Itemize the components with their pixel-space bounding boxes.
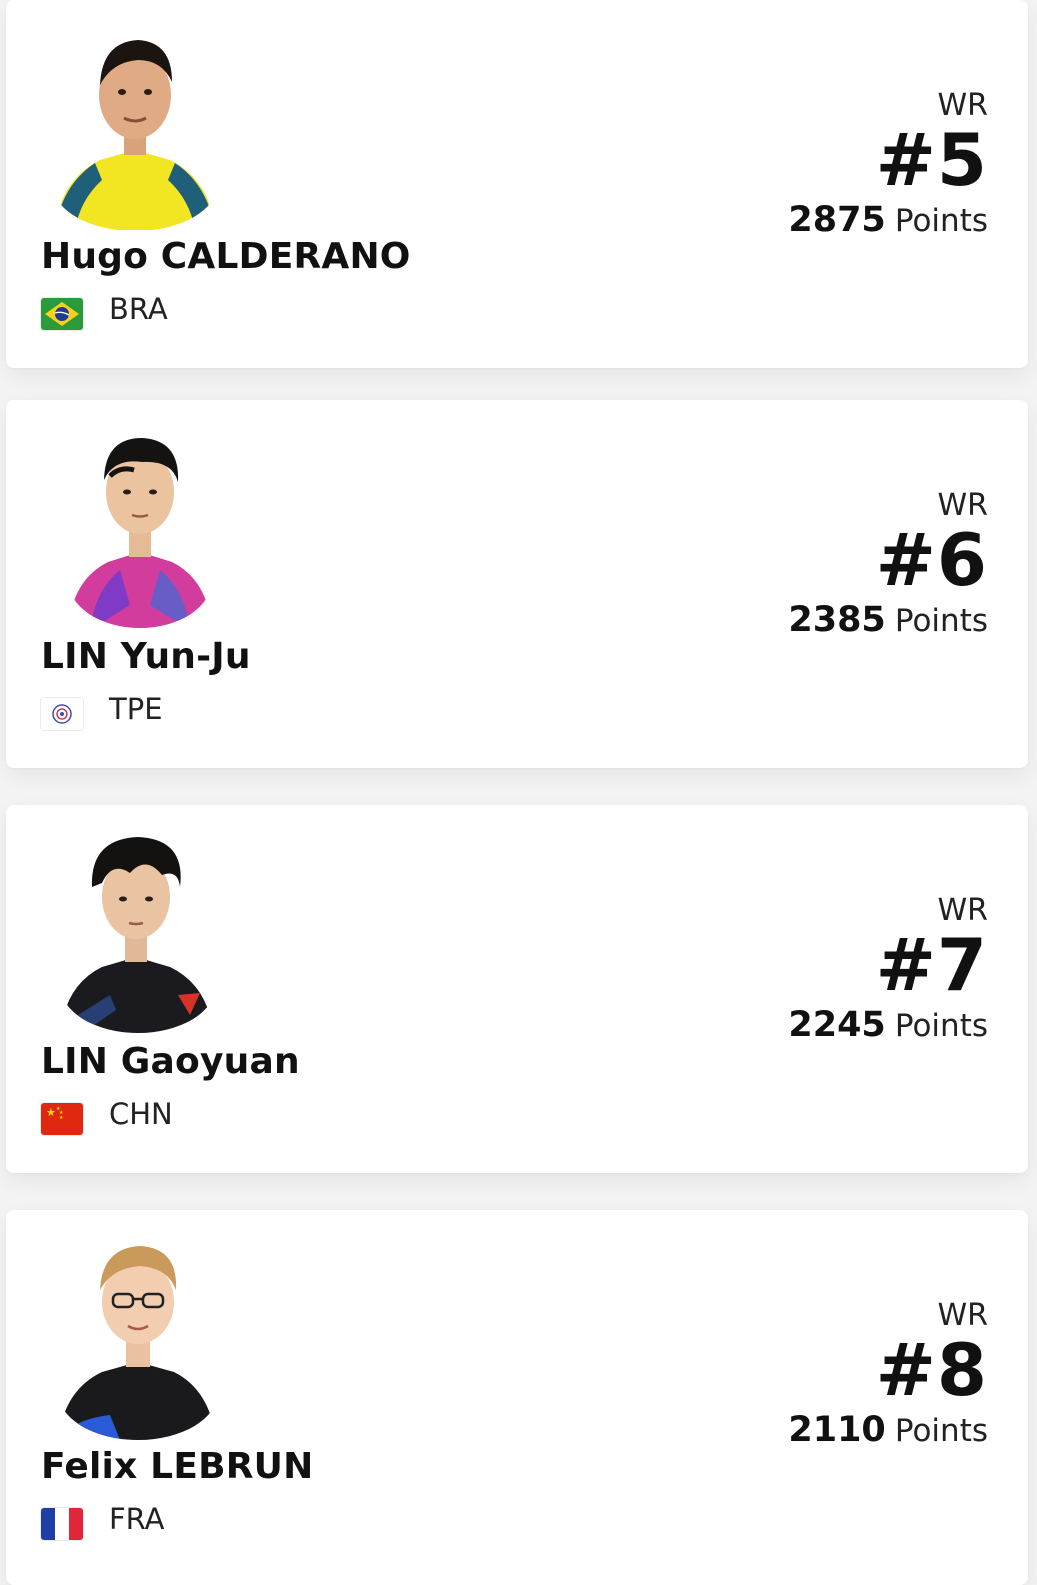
ranking-block: WR #5 2875 Points	[788, 88, 988, 240]
player-photo-avatar	[50, 1240, 220, 1440]
country-code: BRA	[109, 292, 168, 326]
player-photo-avatar	[50, 430, 220, 630]
points-unit-label: Points	[894, 603, 988, 639]
world-rank-value: #8	[875, 1328, 988, 1412]
player-name[interactable]: Hugo CALDERANO	[41, 236, 411, 277]
country-code: TPE	[109, 692, 163, 726]
world-rank-value: #5	[875, 118, 988, 202]
points-row: 2385 Points	[788, 600, 988, 640]
world-rank-value: #7	[875, 923, 988, 1007]
flag-france-icon	[41, 1508, 83, 1540]
points-value: 2875	[788, 200, 886, 240]
player-name[interactable]: LIN Gaoyuan	[41, 1041, 300, 1082]
svg-text:★: ★	[46, 1106, 56, 1119]
points-row: 2245 Points	[788, 1005, 988, 1045]
player-card[interactable]: LIN Gaoyuan ★ ★ ★ ★ CHN WR #7 2245 Point…	[6, 805, 1028, 1173]
points-value: 2245	[788, 1005, 886, 1045]
points-unit-label: Points	[894, 1413, 988, 1449]
ranking-block: WR #8 2110 Points	[788, 1298, 988, 1450]
player-photo-avatar	[50, 30, 220, 230]
flag-brazil-icon	[41, 298, 83, 330]
points-unit-label: Points	[894, 203, 988, 239]
points-unit-label: Points	[894, 1008, 988, 1044]
country-code: FRA	[109, 1502, 165, 1536]
player-card[interactable]: Felix LEBRUN FRA WR #8 2110 Points	[6, 1210, 1028, 1585]
ranking-block: WR #7 2245 Points	[788, 893, 988, 1045]
points-value: 2110	[788, 1410, 886, 1450]
svg-text:★: ★	[59, 1115, 64, 1121]
flag-china-icon: ★ ★ ★ ★	[41, 1103, 83, 1135]
player-photo-avatar	[50, 835, 220, 1035]
player-card[interactable]: LIN Yun-Ju TPE WR #6 2385 Points	[6, 400, 1028, 768]
ranking-block: WR #6 2385 Points	[788, 488, 988, 640]
points-row: 2110 Points	[788, 1410, 988, 1450]
country-code: CHN	[109, 1097, 173, 1131]
points-row: 2875 Points	[788, 200, 988, 240]
world-rank-value: #6	[875, 518, 988, 602]
player-name[interactable]: LIN Yun-Ju	[41, 636, 251, 677]
flag-chinese-taipei-icon	[41, 698, 83, 730]
points-value: 2385	[788, 600, 886, 640]
player-card[interactable]: Hugo CALDERANO BRA WR #5 2875 Points	[6, 0, 1028, 368]
player-name[interactable]: Felix LEBRUN	[41, 1446, 313, 1487]
